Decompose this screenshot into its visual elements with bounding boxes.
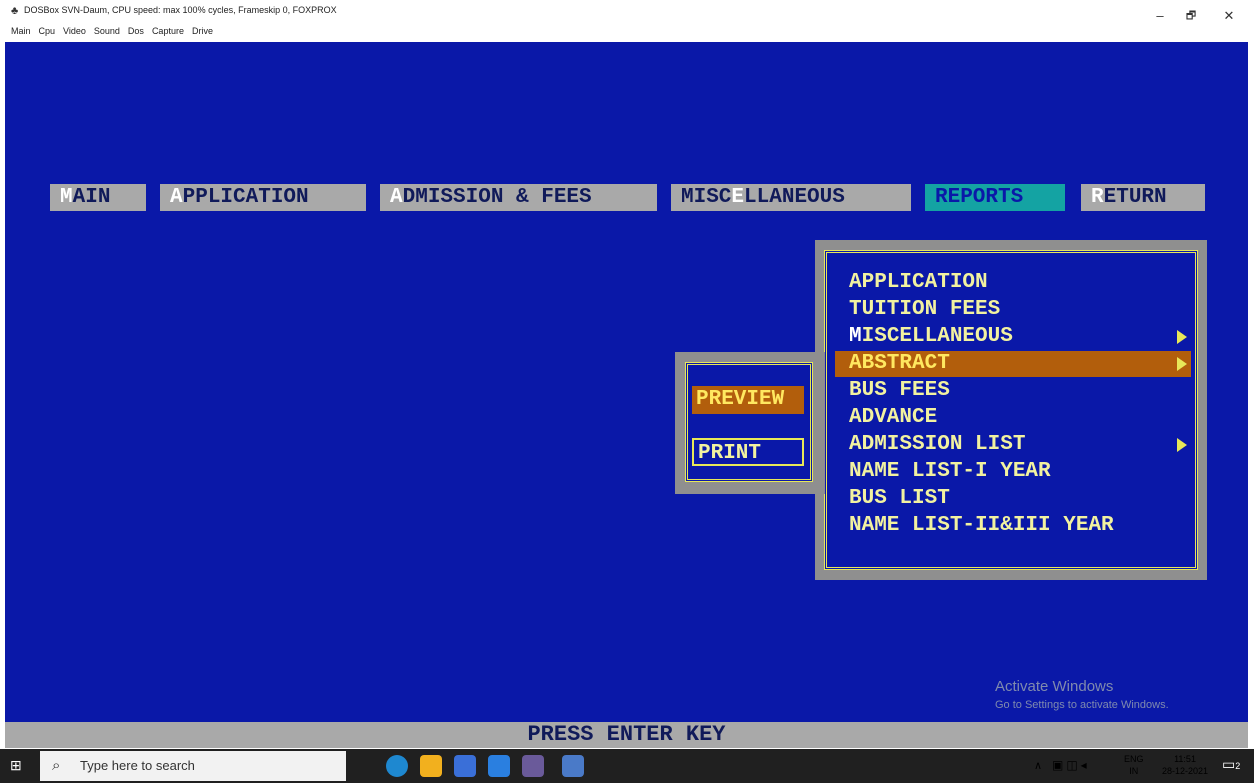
maximize-button[interactable]: 🗗 — [1176, 6, 1206, 26]
print-option[interactable]: PRINT — [692, 438, 804, 466]
menubar-misc-label: LLANEOUS — [744, 186, 845, 209]
edge-browser-icon[interactable] — [386, 755, 408, 777]
file-explorer-icon[interactable] — [420, 755, 442, 777]
menubar-admission-fees[interactable]: ADMISSION & FEES — [380, 184, 657, 211]
taskbar-search-box[interactable]: ⌕ Type here to search — [40, 751, 346, 781]
submenu-arrow-icon — [1177, 438, 1187, 452]
report-advance-label: ADVANCE — [849, 406, 938, 429]
menubar-return-label: ETURN — [1103, 186, 1167, 209]
tray-overflow-icon[interactable]: ∧ — [1034, 759, 1042, 772]
search-placeholder: Type here to search — [80, 758, 195, 773]
mail-icon[interactable] — [488, 755, 510, 777]
menu-cpu[interactable]: Cpu — [39, 26, 56, 40]
status-bar: PRESS ENTER KEY — [5, 722, 1248, 748]
menubar-return[interactable]: RETURN — [1081, 184, 1205, 211]
hotkey: A — [170, 186, 183, 209]
report-name-list-ii-iii-label: NAME LIST-II&III YEAR — [849, 514, 1114, 537]
windows-start-icon[interactable]: ⊞ — [10, 757, 26, 773]
report-bus-fees-label: BUS FEES — [849, 379, 950, 402]
lang-region: IN — [1129, 766, 1139, 776]
report-name-list-i-label: NAME LIST-I YEAR — [849, 460, 1051, 483]
report-tuition-fees-label: TUITION FEES — [849, 298, 1001, 321]
submenu-arrow-icon — [1177, 330, 1187, 344]
menubar-main-label: AIN — [72, 186, 111, 209]
clock-time: 11:51 — [1174, 754, 1196, 764]
dosbox-icon: ♣ — [11, 5, 19, 17]
menu-sound[interactable]: Sound — [94, 26, 120, 40]
activate-windows-watermark: Activate Windows Go to Settings to activ… — [995, 678, 1169, 711]
tray-status-icons[interactable]: ▣◫◂ — [1052, 758, 1090, 772]
report-name-list-ii-iii-year[interactable]: NAME LIST-II&III YEAR — [835, 513, 1191, 539]
hotkey: A — [390, 186, 403, 209]
report-admission-list-label: ADMISSION LIST — [849, 433, 1026, 456]
report-name-list-i-year[interactable]: NAME LIST-I YEAR — [835, 459, 1191, 485]
minimize-button[interactable]: – — [1145, 6, 1175, 26]
report-bus-fees[interactable]: BUS FEES — [835, 378, 1191, 404]
store-icon[interactable] — [454, 755, 476, 777]
preview-option[interactable]: PREVIEW — [692, 386, 804, 414]
report-application[interactable]: APPLICATION — [835, 270, 1191, 296]
menu-dos[interactable]: Dos — [128, 26, 144, 40]
language-indicator[interactable]: ENG IN — [1124, 753, 1144, 777]
reports-dropdown: APPLICATION TUITION FEES MISCELLANEOUS A… — [824, 250, 1198, 570]
search-icon: ⌕ — [52, 757, 61, 774]
hotkey: M — [849, 325, 862, 348]
report-advance[interactable]: ADVANCE — [835, 405, 1191, 431]
menu-drive[interactable]: Drive — [192, 26, 213, 40]
output-popup: PREVIEW PRINT — [685, 362, 813, 482]
report-miscellaneous[interactable]: MISCELLANEOUS — [835, 324, 1191, 350]
menubar-reports-label: REPORTS — [935, 186, 1024, 209]
report-tuition-fees[interactable]: TUITION FEES — [835, 297, 1191, 323]
taskbar-clock[interactable]: 11:51 28-12-2021 — [1162, 753, 1208, 777]
lang-code: ENG — [1124, 754, 1144, 764]
menubar-application[interactable]: APPLICATION — [160, 184, 366, 211]
report-application-label: APPLICATION — [849, 271, 988, 294]
watermark-subtitle: Go to Settings to activate Windows. — [995, 699, 1169, 711]
close-button[interactable]: ✕ — [1214, 6, 1244, 26]
report-abstract-label: ABSTRACT — [849, 352, 950, 375]
window-titlebar: ♣ DOSBox SVN-Daum, CPU speed: max 100% c… — [0, 0, 1254, 42]
notification-count: 2 — [1235, 761, 1241, 771]
watermark-title: Activate Windows — [995, 678, 1114, 695]
menubar-admission-label: DMISSION & FEES — [402, 186, 592, 209]
menubar-main[interactable]: MAIN — [50, 184, 146, 211]
menubar-application-label: PPLICATION — [182, 186, 309, 209]
menubar-misc-pre: MISC — [681, 186, 732, 209]
menu-video[interactable]: Video — [63, 26, 86, 40]
taskbar: ⊞ ⌕ Type here to search ∧ ▣◫◂ ENG IN 11:… — [0, 749, 1254, 783]
menu-capture[interactable]: Capture — [152, 26, 184, 40]
menubar-miscellaneous[interactable]: MISCELLANEOUS — [671, 184, 911, 211]
app-taskbar-icon[interactable] — [562, 755, 584, 777]
menubar-reports[interactable]: REPORTS — [925, 184, 1065, 211]
dosbox-taskbar-icon[interactable] — [522, 755, 544, 777]
report-miscellaneous-label: ISCELLANEOUS — [861, 325, 1013, 348]
window-menubar: Main Cpu Video Sound Dos Capture Drive — [11, 26, 213, 40]
report-admission-list[interactable]: ADMISSION LIST — [835, 432, 1191, 458]
report-bus-list[interactable]: BUS LIST — [835, 486, 1191, 512]
clock-date: 28-12-2021 — [1162, 766, 1209, 776]
window-title: DOSBox SVN-Daum, CPU speed: max 100% cyc… — [24, 5, 337, 15]
report-abstract[interactable]: ABSTRACT — [835, 351, 1191, 377]
report-bus-list-label: BUS LIST — [849, 487, 950, 510]
notification-icon[interactable]: ▭2 — [1222, 756, 1242, 776]
submenu-arrow-icon — [1177, 357, 1187, 371]
hotkey: R — [1091, 186, 1104, 209]
menu-main[interactable]: Main — [11, 26, 31, 40]
dos-screen: MAIN APPLICATION ADMISSION & FEES MISCEL… — [5, 42, 1248, 722]
hotkey: E — [731, 186, 745, 209]
hotkey: M — [60, 186, 73, 209]
